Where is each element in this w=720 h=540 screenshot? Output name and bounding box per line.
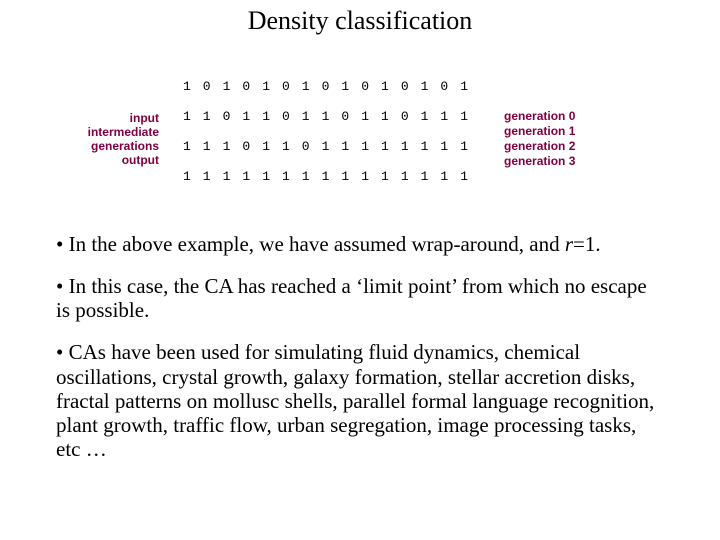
- label-inter1: intermediate: [44, 125, 159, 139]
- bullet-3: • CAs have been used for simulating flui…: [56, 340, 664, 461]
- gen-label-3: generation 3: [504, 154, 624, 169]
- gen-label-2: generation 2: [504, 139, 624, 154]
- grid-row-1: 110110110110111: [183, 109, 480, 124]
- grid-row-3: 111111111111111: [183, 169, 480, 184]
- slide: Density classification input intermediat…: [0, 0, 720, 540]
- ca-diagram: input intermediate generations output 10…: [44, 64, 676, 214]
- label-output: output: [44, 153, 159, 167]
- label-input: input: [44, 111, 159, 125]
- bullet-1-text-a: • In the above example, we have assumed …: [56, 232, 565, 256]
- ca-grid: 101010101010101 110110110110111 11101101…: [167, 64, 496, 214]
- bullet-1-r: r: [565, 232, 573, 256]
- row-labels-left: input intermediate generations output: [44, 111, 167, 167]
- slide-title: Density classification: [0, 0, 720, 36]
- body-text: • In the above example, we have assumed …: [56, 232, 664, 461]
- bullet-1: • In the above example, we have assumed …: [56, 232, 664, 256]
- gen-label-1: generation 1: [504, 124, 624, 139]
- grid-row-2: 111011011111111: [183, 139, 480, 154]
- grid-row-0: 101010101010101: [183, 79, 480, 94]
- label-inter2: generations: [44, 139, 159, 153]
- generation-labels: generation 0 generation 1 generation 2 g…: [496, 109, 624, 169]
- bullet-1-text-b: =1.: [573, 232, 601, 256]
- bullet-2: • In this case, the CA has reached a ‘li…: [56, 274, 664, 322]
- gen-label-0: generation 0: [504, 109, 624, 124]
